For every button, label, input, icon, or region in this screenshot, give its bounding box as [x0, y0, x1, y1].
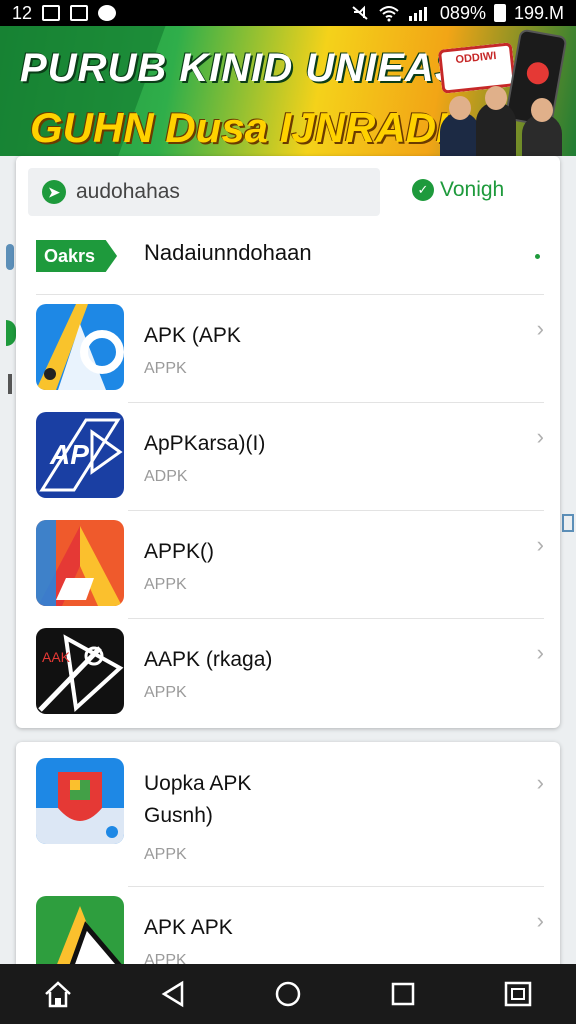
chevron-right-icon: › [536, 640, 544, 665]
app-name: Uopka APK Gusnh) [144, 772, 252, 827]
mute-icon [352, 5, 368, 20]
gallery-notification-icon [42, 5, 61, 21]
wifi-icon [379, 6, 399, 22]
check-icon: ✓ [412, 179, 434, 201]
battery-icon [493, 4, 506, 22]
chevron-right-icon: › [536, 532, 544, 557]
send-icon: ➤ [42, 180, 66, 204]
search-action-label: Vonigh [440, 178, 505, 201]
category-tag: Oakrs [36, 240, 118, 272]
svg-text:AP: AP [49, 439, 89, 470]
app-list-card: ➤ audohahas ✓ Vonigh Oakrs Nadaiunndohaa… [16, 156, 560, 728]
search-input[interactable]: ➤ audohahas [28, 168, 380, 216]
chevron-right-icon: › [536, 908, 544, 933]
app-list-card-2: Uopka APK Gusnh) APPK › APK APK APPK › [16, 742, 560, 972]
app-name: ApPKarsa)(I) [144, 432, 266, 455]
navigation-bar [0, 964, 576, 1024]
back-icon[interactable] [153, 974, 193, 1014]
category-title: Nadaiunndohaan [144, 240, 312, 265]
banner-badge: ODDIWI [437, 42, 517, 94]
screenshot-icon[interactable] [498, 974, 538, 1014]
status-left-text: 12 [12, 2, 33, 23]
search-action-button[interactable]: ✓ Vonigh [412, 178, 504, 202]
svg-text:AAK: AAK [42, 649, 71, 665]
app-subtitle: ADPK [144, 468, 188, 485]
app-subtitle: APPK [144, 360, 187, 377]
chat-notification-icon [98, 5, 117, 21]
app-name: AAPK (rkaga) [144, 648, 273, 671]
list-item[interactable]: APK (APK APPK › [16, 294, 560, 402]
home-icon[interactable] [38, 974, 78, 1014]
background-list-peek [0, 170, 16, 770]
list-item[interactable]: AAK AAPK (rkaga) APPK › [16, 618, 560, 726]
app-subtitle: APPK [144, 846, 187, 863]
search-input-text: audohahas [76, 180, 180, 203]
home-circle-icon[interactable] [268, 974, 308, 1014]
status-bar: 12 089% 199.M [0, 0, 576, 26]
list-item[interactable]: APK APK APPK › [16, 886, 560, 972]
search-row: ➤ audohahas ✓ Vonigh [16, 156, 560, 226]
category-indicator [535, 254, 540, 259]
people-illustration [436, 86, 576, 156]
app-name: APPK() [144, 540, 215, 563]
image-notification-icon [70, 5, 89, 21]
signal-icon [408, 7, 427, 21]
list-item[interactable]: APPK() APPK › [16, 510, 560, 618]
app-subtitle: APPK [144, 576, 187, 593]
app-icon [36, 896, 124, 972]
app-icon [36, 758, 124, 844]
recents-icon[interactable] [383, 974, 423, 1014]
app-icon: AAK [36, 628, 124, 714]
list-item[interactable]: AP ApPKarsa)(I) ADPK › [16, 402, 560, 510]
background-list-peek-right [560, 500, 576, 560]
app-icon [36, 520, 124, 606]
app-subtitle: APPK [144, 684, 187, 701]
category-row[interactable]: Oakrs Nadaiunndohaan [16, 226, 560, 294]
app-icon [36, 304, 124, 390]
chevron-right-icon: › [536, 770, 544, 795]
banner-subheadline: GUHN Dusa IJNRADI! [30, 104, 462, 151]
chevron-right-icon: › [536, 424, 544, 449]
battery-percent: 089% [439, 2, 486, 23]
app-icon: AP [36, 412, 124, 498]
app-name: APK APK [144, 916, 233, 939]
promo-banner[interactable]: PURUB KINID UNIEASIIA GUHN Dusa IJNRADI!… [0, 26, 576, 156]
clock: 199.M [513, 2, 564, 23]
app-name: APK (APK [144, 324, 241, 347]
chevron-right-icon: › [536, 316, 544, 341]
list-item[interactable]: Uopka APK Gusnh) APPK › [16, 748, 560, 888]
